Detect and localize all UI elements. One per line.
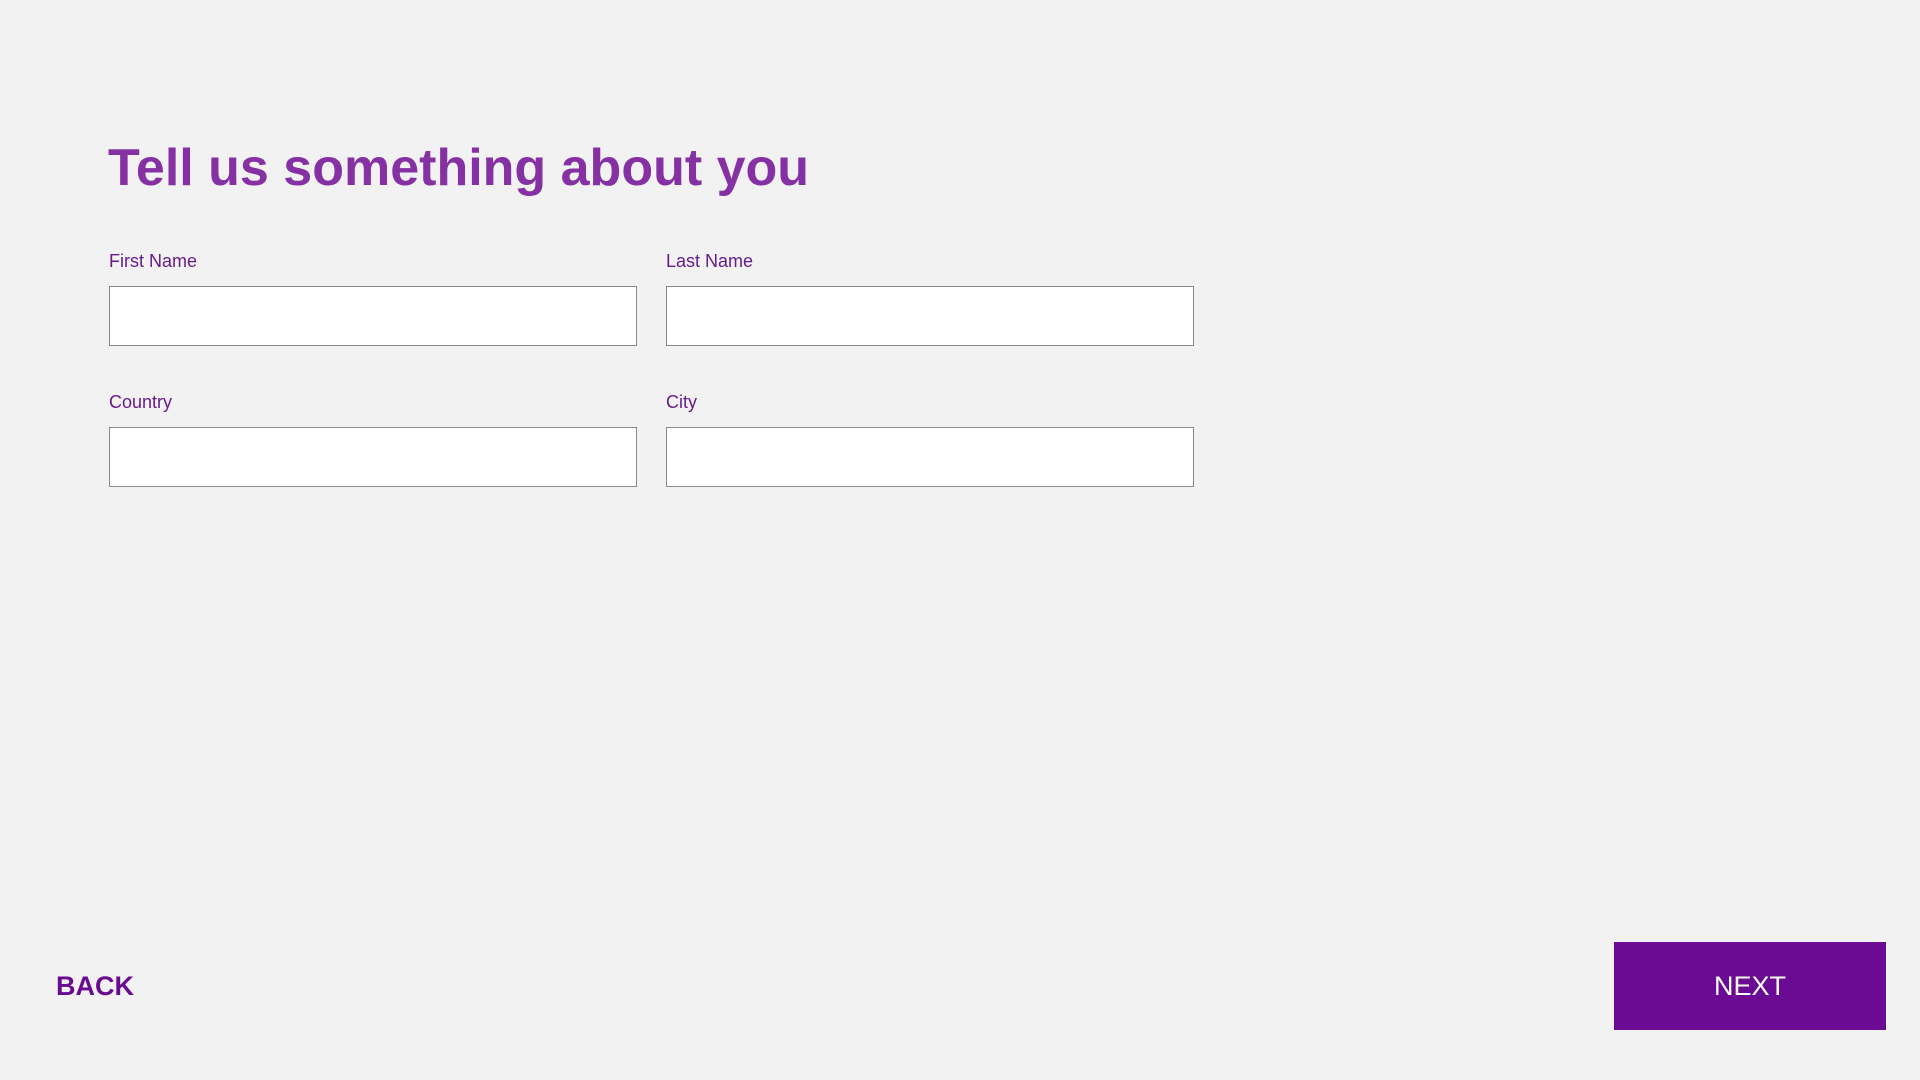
signup-page: Tell us something about you First Name L… xyxy=(0,0,1920,1080)
city-label: City xyxy=(666,392,697,412)
first-name-input[interactable] xyxy=(109,286,637,346)
city-group: City xyxy=(666,391,1194,487)
last-name-label: Last Name xyxy=(666,251,754,271)
city-input[interactable] xyxy=(666,427,1194,487)
first-name-group: First Name xyxy=(109,250,637,346)
country-group: Country xyxy=(109,391,637,487)
last-name-group: Last Name xyxy=(666,250,1194,346)
last-name-input[interactable] xyxy=(666,286,1194,346)
next-button[interactable]: NEXT xyxy=(1614,942,1886,1030)
first-name-label: First Name xyxy=(109,251,198,271)
country-input[interactable] xyxy=(109,427,637,487)
back-button[interactable]: BACK xyxy=(56,958,134,1014)
country-label: Country xyxy=(109,392,173,412)
page-title: Tell us something about you xyxy=(108,139,810,197)
